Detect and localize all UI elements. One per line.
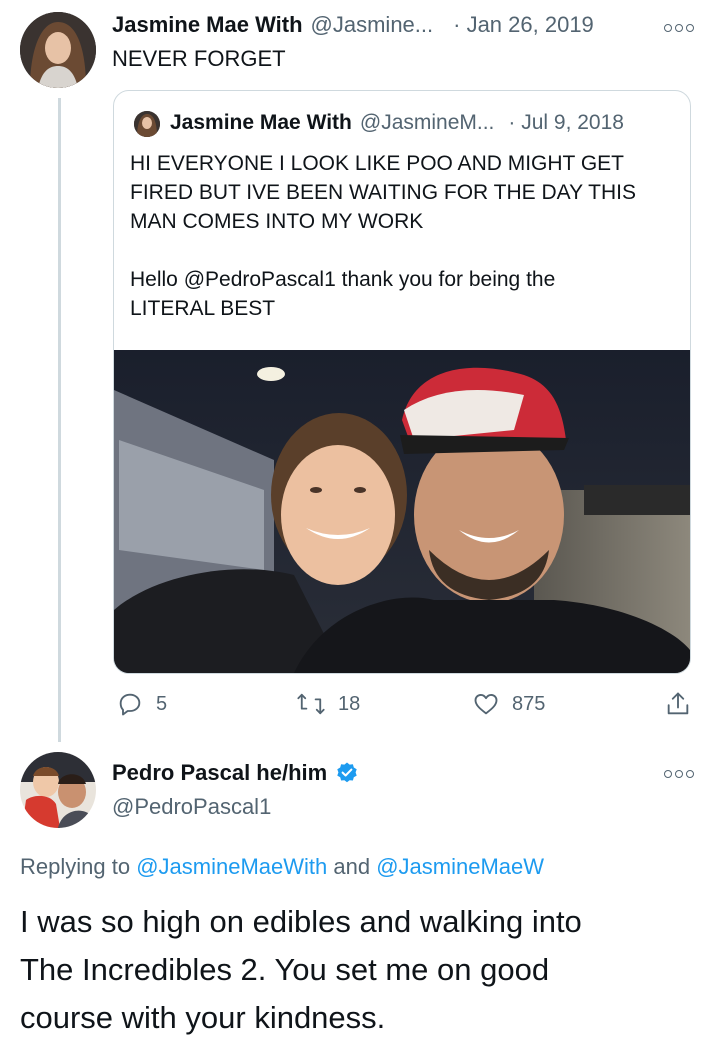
text-line: LITERAL BEST <box>130 297 276 320</box>
quoted-tweet-card[interactable]: Jasmine Mae With @JasmineM... · Jul 9, 2… <box>113 90 691 674</box>
reply-icon <box>119 693 141 716</box>
tweet-date[interactable]: · Jan 26, 2019 <box>453 12 594 38</box>
avatar <box>134 111 160 137</box>
retweet-count: 18 <box>338 692 361 715</box>
text-line: FIRED BUT IVE BEEN WAITING FOR THE DAY T… <box>130 181 637 204</box>
quoted-tweet-text: HI EVERYONE I LOOK LIKE POO AND MIGHT GE… <box>130 149 682 323</box>
user-handle: @JasmineM... <box>359 111 495 134</box>
replying-and: and <box>327 854 377 879</box>
more-options-icon[interactable] <box>664 24 694 32</box>
like-count: 875 <box>512 692 546 715</box>
reply-button[interactable]: 5 <box>116 690 167 718</box>
replying-prefix: Replying to <box>20 854 137 879</box>
text-line: Hello @PedroPascal1 thank you for being … <box>130 265 682 294</box>
text-segment: thank you for being the <box>335 268 556 291</box>
tweet-header: Jasmine Mae With @Jasmine... · Jan 26, 2… <box>112 12 594 42</box>
verified-badge-icon <box>337 762 357 783</box>
display-name[interactable]: Jasmine Mae With <box>112 12 303 38</box>
reply-header: Pedro Pascal he/him <box>112 760 359 786</box>
mention-link[interactable]: @JasmineMaeWith <box>136 854 327 879</box>
reply-text: I was so high on edibles and walking int… <box>20 898 700 1042</box>
display-name[interactable]: Pedro Pascal he/him <box>112 760 327 786</box>
avatar-photo <box>20 752 96 828</box>
retweet-button[interactable]: 18 <box>296 690 360 718</box>
replying-to: Replying to @JasmineMaeWith and @Jasmine… <box>20 854 544 880</box>
avatar-photo <box>20 12 96 88</box>
retweet-icon <box>297 693 325 715</box>
avatar[interactable] <box>20 752 96 828</box>
text-line: course with your kindness. <box>20 1000 386 1035</box>
tweet-photo[interactable] <box>114 350 690 673</box>
share-icon <box>667 692 689 715</box>
text-line: MAN COMES INTO MY WORK <box>130 210 424 233</box>
like-button[interactable]: 875 <box>472 690 545 718</box>
mention-link: @PedroPascal1 <box>183 268 336 291</box>
more-options-icon[interactable] <box>664 770 694 778</box>
text-segment: Hello <box>130 268 184 291</box>
quoted-tweet-header: Jasmine Mae With @JasmineM... · Jul 9, 2… <box>170 111 624 135</box>
text-line: HI EVERYONE I LOOK LIKE POO AND MIGHT GE… <box>130 152 625 175</box>
share-button[interactable] <box>664 690 692 718</box>
heart-icon <box>474 693 498 715</box>
reply-count: 5 <box>156 692 168 715</box>
user-handle[interactable]: @PedroPascal1 <box>112 794 271 820</box>
avatar-photo <box>134 111 160 137</box>
mention-link[interactable]: @JasmineMaeW <box>376 854 544 879</box>
user-handle[interactable]: @Jasmine... <box>311 12 434 38</box>
tweet-date: · Jul 9, 2018 <box>508 111 624 134</box>
avatar[interactable] <box>20 12 96 88</box>
selfie-photo <box>114 350 690 673</box>
display-name: Jasmine Mae With <box>170 111 352 134</box>
text-line: The Incredibles 2. You set me on good <box>20 952 550 987</box>
text-line: I was so high on edibles and walking int… <box>20 904 582 939</box>
tweet-text: NEVER FORGET <box>112 46 286 71</box>
thread-connector-line <box>58 98 61 742</box>
